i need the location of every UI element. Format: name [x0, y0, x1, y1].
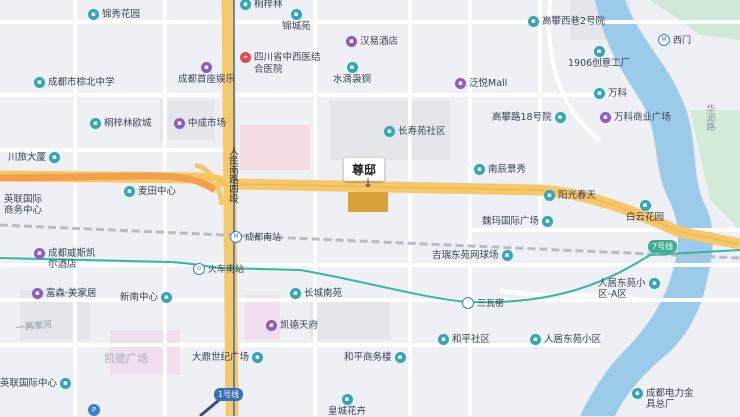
poi-changshou-yuan[interactable]: ▪ 长寿苑社区 — [384, 126, 446, 137]
poi-gaopan-18[interactable]: 高攀路18号院 ▪ — [492, 112, 566, 123]
building-icon: ▪ — [542, 216, 554, 227]
building-icon: ▪ — [554, 112, 566, 123]
building-icon: ▪ — [438, 334, 449, 345]
poi-yinglian-center[interactable]: 英联国际中心 ▪ — [0, 378, 72, 389]
hotel-icon: ▪ — [346, 36, 357, 47]
poi-jirui-tennis[interactable]: 吉瑞东苑网球场 ▪ — [432, 250, 513, 261]
poi-weisikaier-hotel[interactable]: ▪ 成都威斯凯尔酒店 — [34, 248, 102, 271]
poi-heping-community[interactable]: ▪ 和平社区 — [438, 334, 490, 345]
poi-zhongcheng-market[interactable]: ▪ 中成市场 — [174, 118, 226, 129]
building-icon: ▪ — [346, 62, 358, 73]
poi-dianli-jinju[interactable]: ▪ 成都电力金具总厂 — [632, 388, 694, 411]
hospital-icon: + — [240, 52, 251, 63]
sports-icon: ▪ — [501, 250, 513, 261]
building-icon: ▪ — [49, 152, 61, 163]
poi-zongbei-school[interactable]: ▪ 成都市棕北中学 — [34, 77, 115, 88]
bus-icon: P — [88, 404, 100, 416]
poi-shouzuo-yule[interactable]: ▪ 成都首座娱乐 — [178, 62, 235, 85]
line7-badge: 7号线 — [648, 240, 678, 253]
road-label-huarun: 华润路 — [704, 104, 715, 131]
area-label-kaide: 凯德广场 — [104, 352, 148, 365]
poi-dading-plaza[interactable]: 大鼎世纪广场 ▪ — [192, 352, 264, 363]
poi-1906[interactable]: ▪ 1906创意工厂 — [568, 46, 630, 69]
shopping-icon: ▪ — [600, 112, 611, 123]
building-icon: ▪ — [594, 88, 605, 99]
poi-maitian-center[interactable]: ▪ 麦田中心 — [124, 186, 176, 197]
entertainment-icon: ▪ — [201, 62, 212, 73]
poi-xinnan-center[interactable]: 新南中心 ▪ — [120, 292, 173, 303]
building-icon: ▪ — [88, 9, 99, 20]
poi-vanke[interactable]: ▪ 万科 — [594, 88, 627, 99]
station-sanwayao[interactable]: · 三瓦窑 — [462, 296, 504, 309]
building-icon: ▪ — [60, 378, 72, 389]
building-icon: ▪ — [90, 118, 101, 129]
building-icon: ▪ — [649, 278, 660, 289]
poi-yinglian-business[interactable]: 英联国际商务中心 — [4, 194, 44, 217]
metro-icon: M — [230, 230, 242, 243]
destination-arrow-icon: ↓ — [363, 176, 374, 190]
station-ximen[interactable]: M 西门 — [658, 33, 691, 46]
gray-block — [310, 300, 390, 340]
poi-sichuan-hospital[interactable]: + 四川省中西医结合医院 — [240, 52, 324, 76]
poi-gaopan-xixiang[interactable]: ▪ 高攀西巷2号院 — [528, 16, 605, 27]
building-icon: ▪ — [341, 394, 353, 405]
metro-icon: · — [462, 296, 474, 309]
poi-heping-business[interactable]: 和平商务楼 ▪ — [344, 352, 406, 363]
poi-renju-dongyuan-a[interactable]: 人居东苑小区-A区 ▪ — [598, 278, 660, 301]
building-icon: ▪ — [384, 126, 395, 137]
building-icon: ▪ — [593, 46, 605, 57]
destination-plot — [348, 192, 388, 212]
poi-weima-plaza[interactable]: 魏玛国际广场 ▪ — [482, 216, 554, 227]
poi-tongzilin[interactable]: ▪ 桐梓林 — [240, 0, 283, 10]
metro-icon: M — [658, 33, 670, 46]
building-icon: ▪ — [161, 292, 173, 303]
building-icon: ▪ — [474, 164, 485, 175]
hotel-icon: ▪ — [34, 248, 45, 259]
shopping-icon: ▪ — [32, 288, 43, 299]
poi-jincheng-yuan[interactable]: ▪ 锦城苑 — [282, 9, 311, 32]
poi-fusen-meijia[interactable]: ▪ 富森·美家居 — [32, 288, 97, 299]
poi-shuidi-niaotong[interactable]: ▪ 水滴袅铜 — [333, 62, 371, 85]
building-icon: ▪ — [240, 0, 251, 10]
station-chengdu-south[interactable]: M 成都南站 — [230, 230, 281, 243]
poi-hanyi-hotel[interactable]: ▪ 汉易酒店 — [346, 36, 398, 47]
building-icon: ▪ — [124, 186, 135, 197]
poi-tongzilin-oucheng[interactable]: ▪ 桐梓林欧城 — [90, 118, 152, 129]
building-icon: ▪ — [394, 352, 406, 363]
building-icon: ▪ — [290, 9, 302, 20]
road-label-renmin-south-4: 人民南路四段 — [227, 146, 238, 203]
poi-huangcheng-huahui[interactable]: ▪ 皇城花卉 — [328, 394, 366, 417]
poi-fanyue-mall[interactable]: ▪ 泛悦Mall — [455, 78, 507, 89]
market-icon: ▪ — [174, 118, 185, 129]
line1-badge: 1号线 — [214, 388, 244, 401]
poi-renju-dongyuan[interactable]: ▪ 人居东苑小区 — [530, 334, 601, 345]
building-icon: ▪ — [544, 190, 555, 201]
poi-jinxiu-garden[interactable]: ▪ 锦秀花园 — [88, 9, 140, 20]
shopping-icon: ▪ — [455, 78, 466, 89]
building-icon: ▪ — [530, 334, 541, 345]
poi-kaide-tianfu[interactable]: ▪ 凯德天府 — [266, 320, 318, 331]
poi-yangguang-chuntian[interactable]: ▪ 阳光春天 — [544, 190, 596, 201]
building-icon: ▪ — [639, 200, 651, 211]
building-icon: ▪ — [528, 16, 539, 27]
metro-icon: ⊙ — [193, 262, 205, 275]
station-huoche-south[interactable]: ⊙ 火车南站 — [193, 262, 244, 275]
poi-changcheng-nanyuan[interactable]: ▪ 长城南苑 — [290, 288, 342, 299]
shopping-icon: ▪ — [266, 320, 277, 331]
poi-baiyun-garden[interactable]: ▪ 白云花园 — [626, 200, 664, 223]
pink-block — [240, 125, 310, 170]
poi-nanchen-jingxiu[interactable]: ▪ 南辰景秀 — [474, 164, 526, 175]
building-icon: ▪ — [632, 388, 643, 399]
poi-chuanlv-tower[interactable]: 川旅大厦 ▪ — [8, 152, 61, 163]
school-icon: ▪ — [34, 77, 45, 88]
poi-vanke-plaza[interactable]: ▪ 万科商业广场 — [600, 112, 671, 123]
building-icon: ▪ — [252, 352, 264, 363]
building-icon: ▪ — [290, 288, 301, 299]
